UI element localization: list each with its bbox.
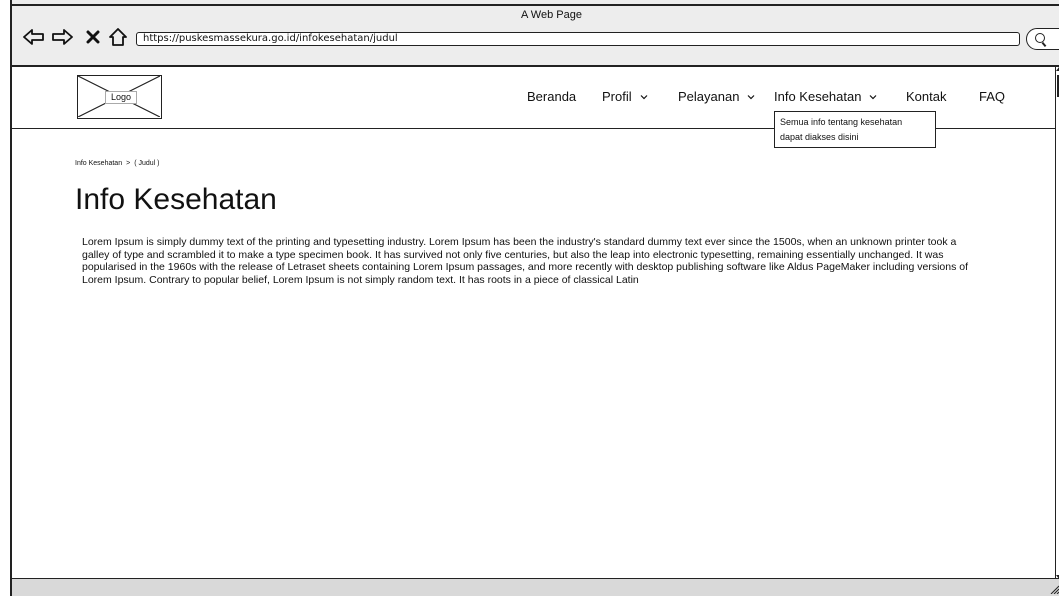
browser-chrome: A Web Page https://puskesmassekura.go.id… xyxy=(12,0,1059,67)
chevron-down-icon xyxy=(748,94,755,99)
nav-item-faq[interactable]: FAQ xyxy=(979,89,1005,104)
nav-item-label: Pelayanan xyxy=(678,89,740,104)
browser-window: A Web Page https://puskesmassekura.go.id… xyxy=(10,0,1059,596)
nav-item-label: Beranda xyxy=(527,89,577,104)
chevron-down-icon xyxy=(870,94,877,99)
main-nav: Beranda Profil Pelayanan Info Kesehatan … xyxy=(12,89,1059,109)
info-kesehatan-dropdown[interactable]: Semua info tentang kesehatan dapat diaks… xyxy=(774,111,936,148)
breadcrumb-item-current: ( Judul ) xyxy=(134,160,160,167)
nav-item-label: FAQ xyxy=(979,89,1006,104)
status-bar xyxy=(12,578,1059,596)
nav-item-profil[interactable]: Profil xyxy=(602,89,648,104)
home-icon[interactable] xyxy=(107,26,129,48)
forward-arrow-icon[interactable] xyxy=(50,26,74,48)
dropdown-text-line: dapat diakses disini xyxy=(780,132,859,142)
address-bar[interactable]: https://puskesmassekura.go.id/infokeseha… xyxy=(136,32,1020,46)
nav-item-label: Profil xyxy=(602,89,632,104)
back-arrow-icon[interactable] xyxy=(22,26,46,48)
dropdown-text-line: Semua info tentang kesehatan xyxy=(780,117,903,127)
chevron-down-icon xyxy=(640,94,648,99)
chrome-border xyxy=(12,4,1059,6)
nav-item-label: Info Kesehatan xyxy=(774,89,862,104)
nav-item-kontak[interactable]: Kontak xyxy=(906,89,946,104)
site-header: Logo Beranda Profil Pelayanan Info Keseh… xyxy=(12,67,1059,148)
close-x-icon[interactable] xyxy=(84,26,102,48)
breadcrumb: Info Kesehatan >( Judul ) xyxy=(75,160,159,167)
nav-item-info-kesehatan[interactable]: Info Kesehatan xyxy=(774,89,877,104)
nav-item-label: Kontak xyxy=(906,89,947,104)
page-title: Info Kesehatan xyxy=(75,183,277,216)
breadcrumb-item-info-kesehatan[interactable]: Info Kesehatan xyxy=(75,160,122,167)
article-body: Lorem Ipsum is simply dummy text of the … xyxy=(82,236,969,286)
resize-grip-icon[interactable] xyxy=(1049,584,1059,594)
vertical-scrollbar[interactable] xyxy=(1055,67,1059,579)
nav-item-beranda[interactable]: Beranda xyxy=(527,89,576,104)
search-button[interactable] xyxy=(1026,28,1059,50)
nav-item-pelayanan[interactable]: Pelayanan xyxy=(678,89,755,104)
search-icon xyxy=(1035,33,1045,43)
window-title: A Web Page xyxy=(521,9,582,21)
breadcrumb-separator: > xyxy=(126,160,131,167)
